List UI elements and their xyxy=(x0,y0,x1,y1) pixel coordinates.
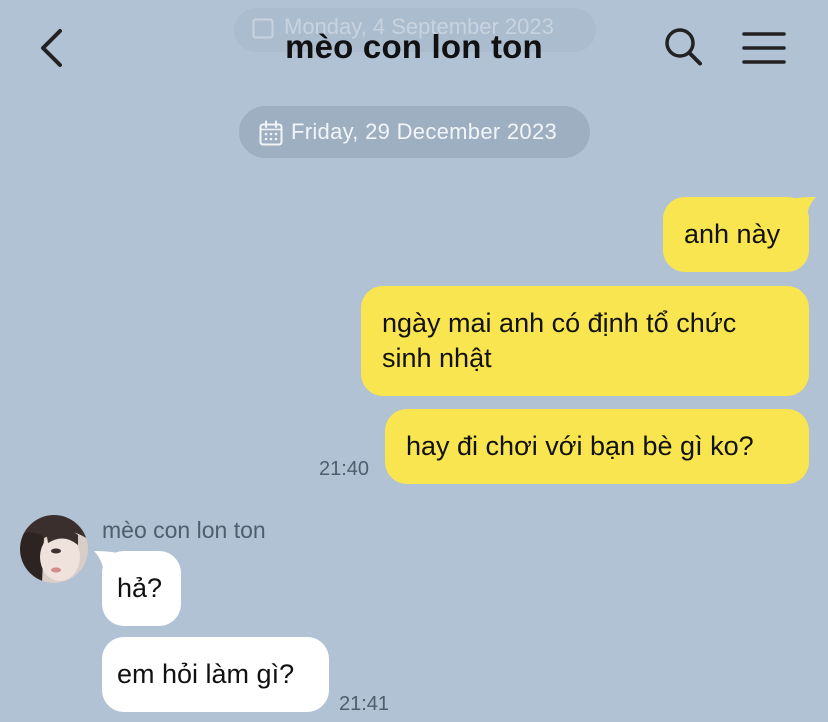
chat-header: Monday, 4 September 2023 mèo con lon ton xyxy=(0,0,828,96)
outgoing-message-bubble[interactable]: anh này xyxy=(663,197,809,272)
avatar-image xyxy=(20,515,88,583)
outgoing-message-bubble[interactable]: ngày mai anh có định tổ chức sinh nhật xyxy=(361,286,809,396)
message-text: em hỏi làm gì? xyxy=(117,659,295,689)
date-divider: Friday, 29 December 2023 xyxy=(239,106,590,158)
message-text: hay đi chơi với bạn bè gì ko? xyxy=(406,431,754,461)
sender-name: mèo con lon ton xyxy=(102,517,266,543)
date-divider-text: Friday, 29 December 2023 xyxy=(291,119,558,144)
menu-button[interactable] xyxy=(740,28,788,68)
incoming-message-bubble[interactable]: em hỏi làm gì? xyxy=(102,637,329,712)
message-text-line: sinh nhật xyxy=(382,343,492,373)
contact-avatar[interactable] xyxy=(20,515,88,583)
message-text-line: ngày mai anh có định tổ chức xyxy=(382,308,737,338)
bubble-tail xyxy=(790,197,816,219)
message-text: hả? xyxy=(117,573,163,603)
bubble-tail xyxy=(94,551,118,573)
search-icon xyxy=(665,28,702,66)
message-timestamp: 21:41 xyxy=(339,693,390,715)
outgoing-message-bubble[interactable]: hay đi chơi với bạn bè gì ko? xyxy=(385,409,809,484)
message-timestamp: 21:40 xyxy=(319,458,370,480)
message-text: anh này xyxy=(684,219,781,249)
calendar-icon xyxy=(259,120,283,146)
hamburger-menu-icon xyxy=(742,32,786,64)
search-button[interactable] xyxy=(662,26,704,68)
